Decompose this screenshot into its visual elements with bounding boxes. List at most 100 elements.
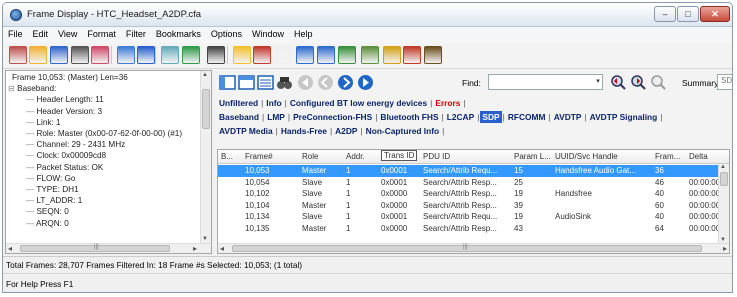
find-input[interactable] (488, 74, 603, 90)
tab-info[interactable]: Info (264, 97, 283, 109)
grid-vertical-scrollbar[interactable]: ▲ ▼ (718, 164, 729, 243)
scroll-right-icon[interactable]: ▸ (193, 244, 197, 253)
pane-full-icon[interactable] (238, 74, 255, 91)
tab-avdtp-media[interactable]: AVDTP Media (217, 125, 275, 137)
tab-rfcomm[interactable]: RFCOMM (506, 111, 548, 123)
tree-node[interactable]: — FLOW: Go (8, 173, 199, 184)
tree-node[interactable]: — Channel: 29 - 2431 MHz (8, 139, 199, 150)
grid-horizontal-scrollbar[interactable]: ◂ ||| ▸ (218, 243, 729, 253)
column-header-fram[interactable]: Fram... (655, 152, 680, 161)
collapse-icon[interactable]: ⊟ (8, 84, 17, 93)
menu-item-edit[interactable]: Edit (28, 27, 54, 41)
find-icon[interactable] (50, 46, 68, 64)
grid-scroll-thumb[interactable] (720, 172, 728, 186)
find-dropdown-icon[interactable]: ▾ (593, 74, 603, 90)
column-header-role[interactable]: Role (302, 152, 318, 161)
decode-horizontal-scrollbar[interactable]: ◂ ||| ▸ (6, 243, 211, 253)
home-icon[interactable] (9, 46, 27, 64)
tab-hands-free[interactable]: Hands-Free (279, 125, 329, 137)
decode-vertical-scrollbar[interactable]: ▲ ▼ (200, 71, 211, 243)
tab-preconnection-fhs[interactable]: PreConnection-FHS (291, 111, 374, 123)
tree-node[interactable]: — SEQN: 0 (8, 206, 199, 217)
column-header-uuid-svc-handle[interactable]: UUID/Svc Handle (555, 152, 618, 161)
table-row[interactable]: 10,054 Slave 1 0x0001 Search/Attrib Resp... 2… (218, 177, 725, 189)
last-frame-icon[interactable] (357, 74, 374, 91)
doc-icon[interactable] (274, 46, 292, 64)
extra-icon[interactable] (424, 46, 442, 64)
minimize-button[interactable]: – (654, 6, 676, 22)
chart-2-icon[interactable] (317, 46, 335, 64)
pane-list-icon[interactable] (257, 74, 274, 91)
menu-item-file[interactable]: File (3, 27, 28, 41)
tree-node-baseband[interactable]: ⊟ Baseband: (8, 83, 199, 94)
first-frame-icon[interactable] (297, 74, 314, 91)
scroll-thumb[interactable] (202, 89, 210, 129)
tree-node[interactable]: — Header Version: 3 (8, 106, 199, 117)
close-button[interactable]: ✕ (700, 6, 730, 22)
tree-node[interactable]: — Role: Master (0x00-07-62-0f-00-00) (#1… (8, 128, 199, 139)
refresh-icon[interactable] (182, 46, 200, 64)
grid-scroll-left-icon[interactable]: ◂ (220, 244, 224, 253)
pane-layout-icon[interactable] (219, 74, 236, 91)
column-header-pdu-id[interactable]: PDU ID (423, 152, 450, 161)
tree-node[interactable]: — Header Length: 11 (8, 94, 199, 105)
tab-avdtp[interactable]: AVDTP (552, 111, 584, 123)
tab-errors[interactable]: Errors (433, 97, 462, 109)
column-header-delta[interactable]: Delta (689, 152, 708, 161)
find-next-icon[interactable] (630, 74, 647, 91)
tab-baseband[interactable]: Baseband (217, 111, 261, 123)
binoculars-icon[interactable] (207, 46, 225, 64)
find-clear-icon[interactable] (650, 74, 667, 91)
scroll-left-icon[interactable]: ◂ (8, 244, 12, 253)
grid-scroll-up-icon[interactable]: ▲ (720, 164, 726, 170)
tree-node[interactable]: — Clock: 0x00009cd8 (8, 150, 199, 161)
tree-node[interactable]: — Link: 1 (8, 117, 199, 128)
prev-frame-icon[interactable] (317, 74, 334, 91)
folder-open-icon[interactable] (29, 46, 47, 64)
chart-3-icon[interactable] (338, 46, 356, 64)
clear-filter-icon[interactable] (137, 46, 155, 64)
menu-item-bookmarks[interactable]: Bookmarks (151, 27, 206, 41)
summary-select[interactable]: SDP (717, 74, 732, 90)
scroll-down-icon[interactable]: ▼ (202, 236, 208, 242)
table-row[interactable]: 10,053 Master 1 0x0001 Search/Attrib Requ...… (218, 165, 718, 177)
bookmark-icon[interactable] (91, 46, 109, 64)
menu-item-help[interactable]: Help (289, 27, 318, 41)
tree-node[interactable]: — Packet Status: OK (8, 162, 199, 173)
column-header-trans-id[interactable]: Trans ID (381, 150, 418, 161)
bar-chart-icon[interactable] (383, 46, 401, 64)
bracket-icon[interactable] (71, 46, 89, 64)
column-header-addr[interactable]: Addr. (346, 152, 365, 161)
connect-icon[interactable] (161, 46, 179, 64)
menu-item-window[interactable]: Window (247, 27, 289, 41)
column-header-b[interactable]: B... (221, 152, 233, 161)
tab-bluetooth-fhs[interactable]: Bluetooth FHS (378, 111, 440, 123)
tab-non-captured-info[interactable]: Non-Captured Info (364, 125, 442, 137)
scroll-up-icon[interactable]: ▲ (202, 72, 208, 78)
table-row[interactable]: 10,104 Master 1 0x0000 Search/Attrib Resp...… (218, 200, 725, 212)
filter-icon[interactable] (117, 46, 135, 64)
menu-item-filter[interactable]: Filter (121, 27, 151, 41)
grid-scroll-right-icon[interactable]: ▸ (723, 244, 727, 253)
tab-avdtp-signaling[interactable]: AVDTP Signaling (588, 111, 660, 123)
menu-item-format[interactable]: Format (82, 27, 121, 41)
tree-node[interactable]: Frame 10,053: (Master) Len=36 (8, 72, 199, 83)
table-row[interactable]: 10,134 Slave 1 0x0001 Search/Attrib Requ... 1… (218, 211, 725, 223)
book-icon[interactable] (253, 46, 271, 64)
layers-icon[interactable] (361, 46, 379, 64)
find-prev-icon[interactable] (610, 74, 627, 91)
menu-item-view[interactable]: View (53, 27, 82, 41)
column-header-param-l[interactable]: Param L... (514, 152, 551, 161)
next-frame-icon[interactable] (337, 74, 354, 91)
tab-sdp[interactable]: SDP (480, 111, 502, 123)
tab-l2cap[interactable]: L2CAP (445, 111, 476, 123)
table-row[interactable]: 10,135 Master 1 0x0000 Search/Attrib Resp...… (218, 223, 725, 235)
tab-configured-bt-low-energy-devices[interactable]: Configured BT low energy devices (288, 97, 429, 109)
tab-lmp[interactable]: LMP (265, 111, 287, 123)
bar-chart-2-icon[interactable] (403, 46, 421, 64)
tree-node[interactable]: — TYPE: DH1 (8, 184, 199, 195)
chart-icon[interactable] (296, 46, 314, 64)
menu-item-options[interactable]: Options (206, 27, 247, 41)
tree-node[interactable]: — LT_ADDR: 1 (8, 195, 199, 206)
tab-unfiltered[interactable]: Unfiltered (217, 97, 260, 109)
